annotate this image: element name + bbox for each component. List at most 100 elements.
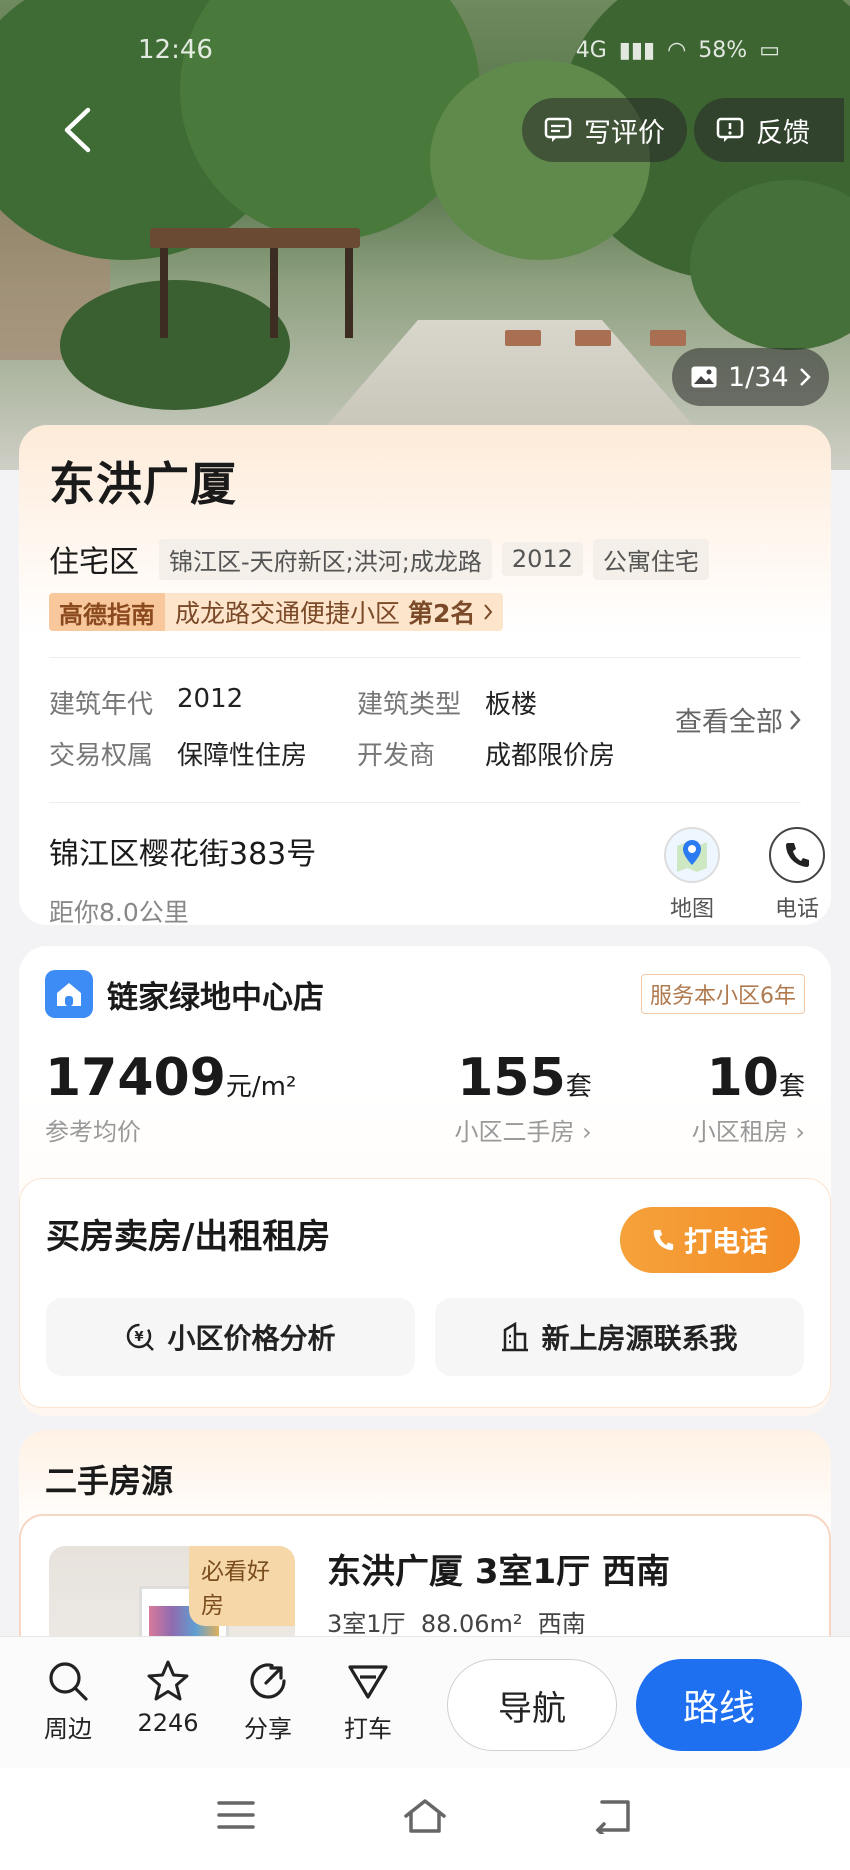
listing-orientation: 西南 (537, 1610, 586, 1638)
avg-price-unit: 元/m² (225, 1072, 297, 1102)
favorite-button[interactable]: 2246 (128, 1659, 208, 1737)
alert-message-icon (716, 117, 744, 142)
share-label: 分享 (244, 1715, 292, 1743)
agency-card: 链家绿地中心店 服务本小区6年 17409元/m² 参考均价 155套 小区二手… (19, 946, 831, 1416)
spec-value: 板楼 (485, 690, 538, 720)
phone-button[interactable]: 电话 (767, 827, 827, 923)
star-icon (147, 1660, 189, 1701)
navigate-button[interactable]: 导航 (447, 1659, 617, 1751)
feedback-label: 反馈 (756, 117, 810, 149)
taxi-label: 打车 (344, 1715, 392, 1743)
avg-price-label: 参考均价 (45, 1118, 141, 1146)
chevron-right-icon (790, 709, 801, 730)
ranking-banner[interactable]: 高德指南 成龙路交通便捷小区 第2名 (49, 593, 504, 631)
nearby-button[interactable]: 周边 (28, 1659, 108, 1744)
spec-key: 开发商 (357, 741, 436, 771)
taxi-button[interactable]: 打车 (328, 1659, 408, 1744)
address-section: 锦江区樱花街383号 距你8.0公里 地图 电话 (49, 802, 825, 942)
battery-level: 58% (698, 37, 748, 63)
home-icon (404, 1799, 446, 1833)
pergola-post (160, 248, 168, 338)
rank-description: 成龙路交通便捷小区 (175, 599, 401, 628)
phone-icon (769, 827, 825, 883)
write-review-label: 写评价 (584, 117, 665, 149)
view-all-button[interactable]: 查看全部 (675, 700, 801, 739)
route-button[interactable]: 路线 (636, 1659, 802, 1751)
spec-key: 建筑类型 (357, 690, 462, 720)
pergola-post (345, 248, 353, 338)
avg-price: 17409 (45, 1048, 226, 1108)
feedback-button[interactable]: 反馈 (694, 98, 844, 162)
planter (505, 330, 541, 346)
contact-panel: 买房卖房/出租租房 打电话 ¥ 小区价格分析 新上房源联系我 (19, 1178, 831, 1408)
agency-header[interactable]: 链家绿地中心店 服务本小区6年 (45, 970, 805, 1018)
phone-label: 电话 (774, 897, 819, 922)
phone-icon (653, 1229, 674, 1251)
write-review-button[interactable]: 写评价 (522, 98, 687, 162)
agency-stats: 17409元/m² 参考均价 155套 小区二手房 › 10套 小区租房 › (45, 1052, 805, 1147)
bottom-action-bar: 周边 2246 分享 打车 导航 路线 (0, 1636, 850, 1768)
price-analysis-label: 小区价格分析 (167, 1322, 336, 1355)
signal-icon: ▮▮▮ (618, 37, 656, 63)
rank-value: 第2名 (408, 599, 476, 628)
navigate-label: 导航 (498, 1688, 566, 1729)
hero-photo[interactable]: 12:46 4G ▮▮▮ ◠ 58% ▭ 写评价 反馈 1/34 (0, 0, 850, 470)
poi-tag: 锦江区-天府新区;洪河;成龙路 (159, 538, 492, 580)
spec-value: 保障性住房 (177, 741, 308, 771)
map-button[interactable]: 地图 (662, 827, 722, 923)
network-label: 4G (575, 37, 607, 63)
chevron-right-icon (799, 368, 811, 386)
photo-counter: 1/34 (728, 361, 789, 393)
planter (650, 330, 686, 346)
pergola-post (270, 248, 278, 338)
call-label: 打电话 (683, 1225, 768, 1258)
home-button[interactable] (402, 1798, 448, 1838)
new-listing-button[interactable]: 新上房源联系我 (435, 1298, 804, 1376)
favorite-count: 2246 (137, 1709, 199, 1737)
service-badge: 服务本小区6年 (641, 974, 805, 1014)
building-specs: 建筑年代 2012 建筑类型 板楼 交易权属 保障性住房 开发商 成都限价房 查… (49, 657, 801, 772)
poi-info-card: 东洪广厦 住宅区 锦江区-天府新区;洪河;成龙路 2012 公寓住宅 高德指南 … (19, 425, 831, 927)
price-analysis-icon: ¥ (127, 1323, 155, 1351)
spec-key: 建筑年代 (49, 690, 154, 720)
view-all-label: 查看全部 (675, 707, 783, 738)
secondhand-group: 155套 (455, 1052, 592, 1104)
avg-price-group: 17409元/m² (45, 1052, 296, 1104)
poi-name: 东洪广厦 (49, 457, 237, 511)
rental-group: 10套 (692, 1052, 805, 1104)
back-icon (595, 1800, 630, 1838)
spec-value: 成都限价房 (485, 741, 616, 771)
wifi-icon: ◠ (667, 37, 687, 63)
nearby-label: 周边 (44, 1715, 92, 1743)
call-button[interactable]: 打电话 (620, 1207, 800, 1273)
poi-tags: 住宅区 锦江区-天府新区;洪河;成龙路 2012 公寓住宅 (49, 537, 801, 581)
status-time: 12:46 (138, 35, 213, 65)
chevron-left-icon (64, 107, 91, 153)
planter (575, 330, 611, 346)
share-button[interactable]: 分享 (228, 1659, 308, 1744)
new-listing-label: 新上房源联系我 (541, 1322, 738, 1355)
avg-price-stat: 17409元/m² 参考均价 (45, 1052, 296, 1147)
comment-icon (544, 117, 572, 142)
rental-count: 10 (706, 1048, 779, 1108)
price-analysis-button[interactable]: ¥ 小区价格分析 (46, 1298, 415, 1376)
back-button[interactable] (52, 100, 102, 160)
map-label: 地图 (669, 897, 714, 922)
secondhand-unit: 套 (565, 1072, 592, 1102)
svg-text:¥: ¥ (135, 1330, 144, 1345)
menu-button[interactable] (216, 1798, 256, 1836)
secondhand-stat[interactable]: 155套 小区二手房 › (455, 1052, 592, 1147)
secondhand-label: 小区二手房 (454, 1118, 575, 1146)
rental-stat[interactable]: 10套 小区租房 › (692, 1052, 805, 1147)
photo-counter-button[interactable]: 1/34 (672, 348, 829, 406)
system-navigation-bar (0, 1768, 850, 1870)
battery-icon: ▭ (759, 37, 780, 63)
back-system-button[interactable] (592, 1798, 634, 1838)
contact-options: ¥ 小区价格分析 新上房源联系我 (46, 1298, 804, 1376)
spec-value: 2012 (177, 684, 244, 714)
secondhand-count: 155 (457, 1048, 566, 1108)
chevron-right-icon (484, 604, 493, 620)
listing-area: 88.06m² (420, 1610, 523, 1638)
listing-rooms: 3室1厅 (327, 1610, 406, 1638)
listing-details: 3室1厅 88.06m² 西南 (327, 1604, 586, 1639)
